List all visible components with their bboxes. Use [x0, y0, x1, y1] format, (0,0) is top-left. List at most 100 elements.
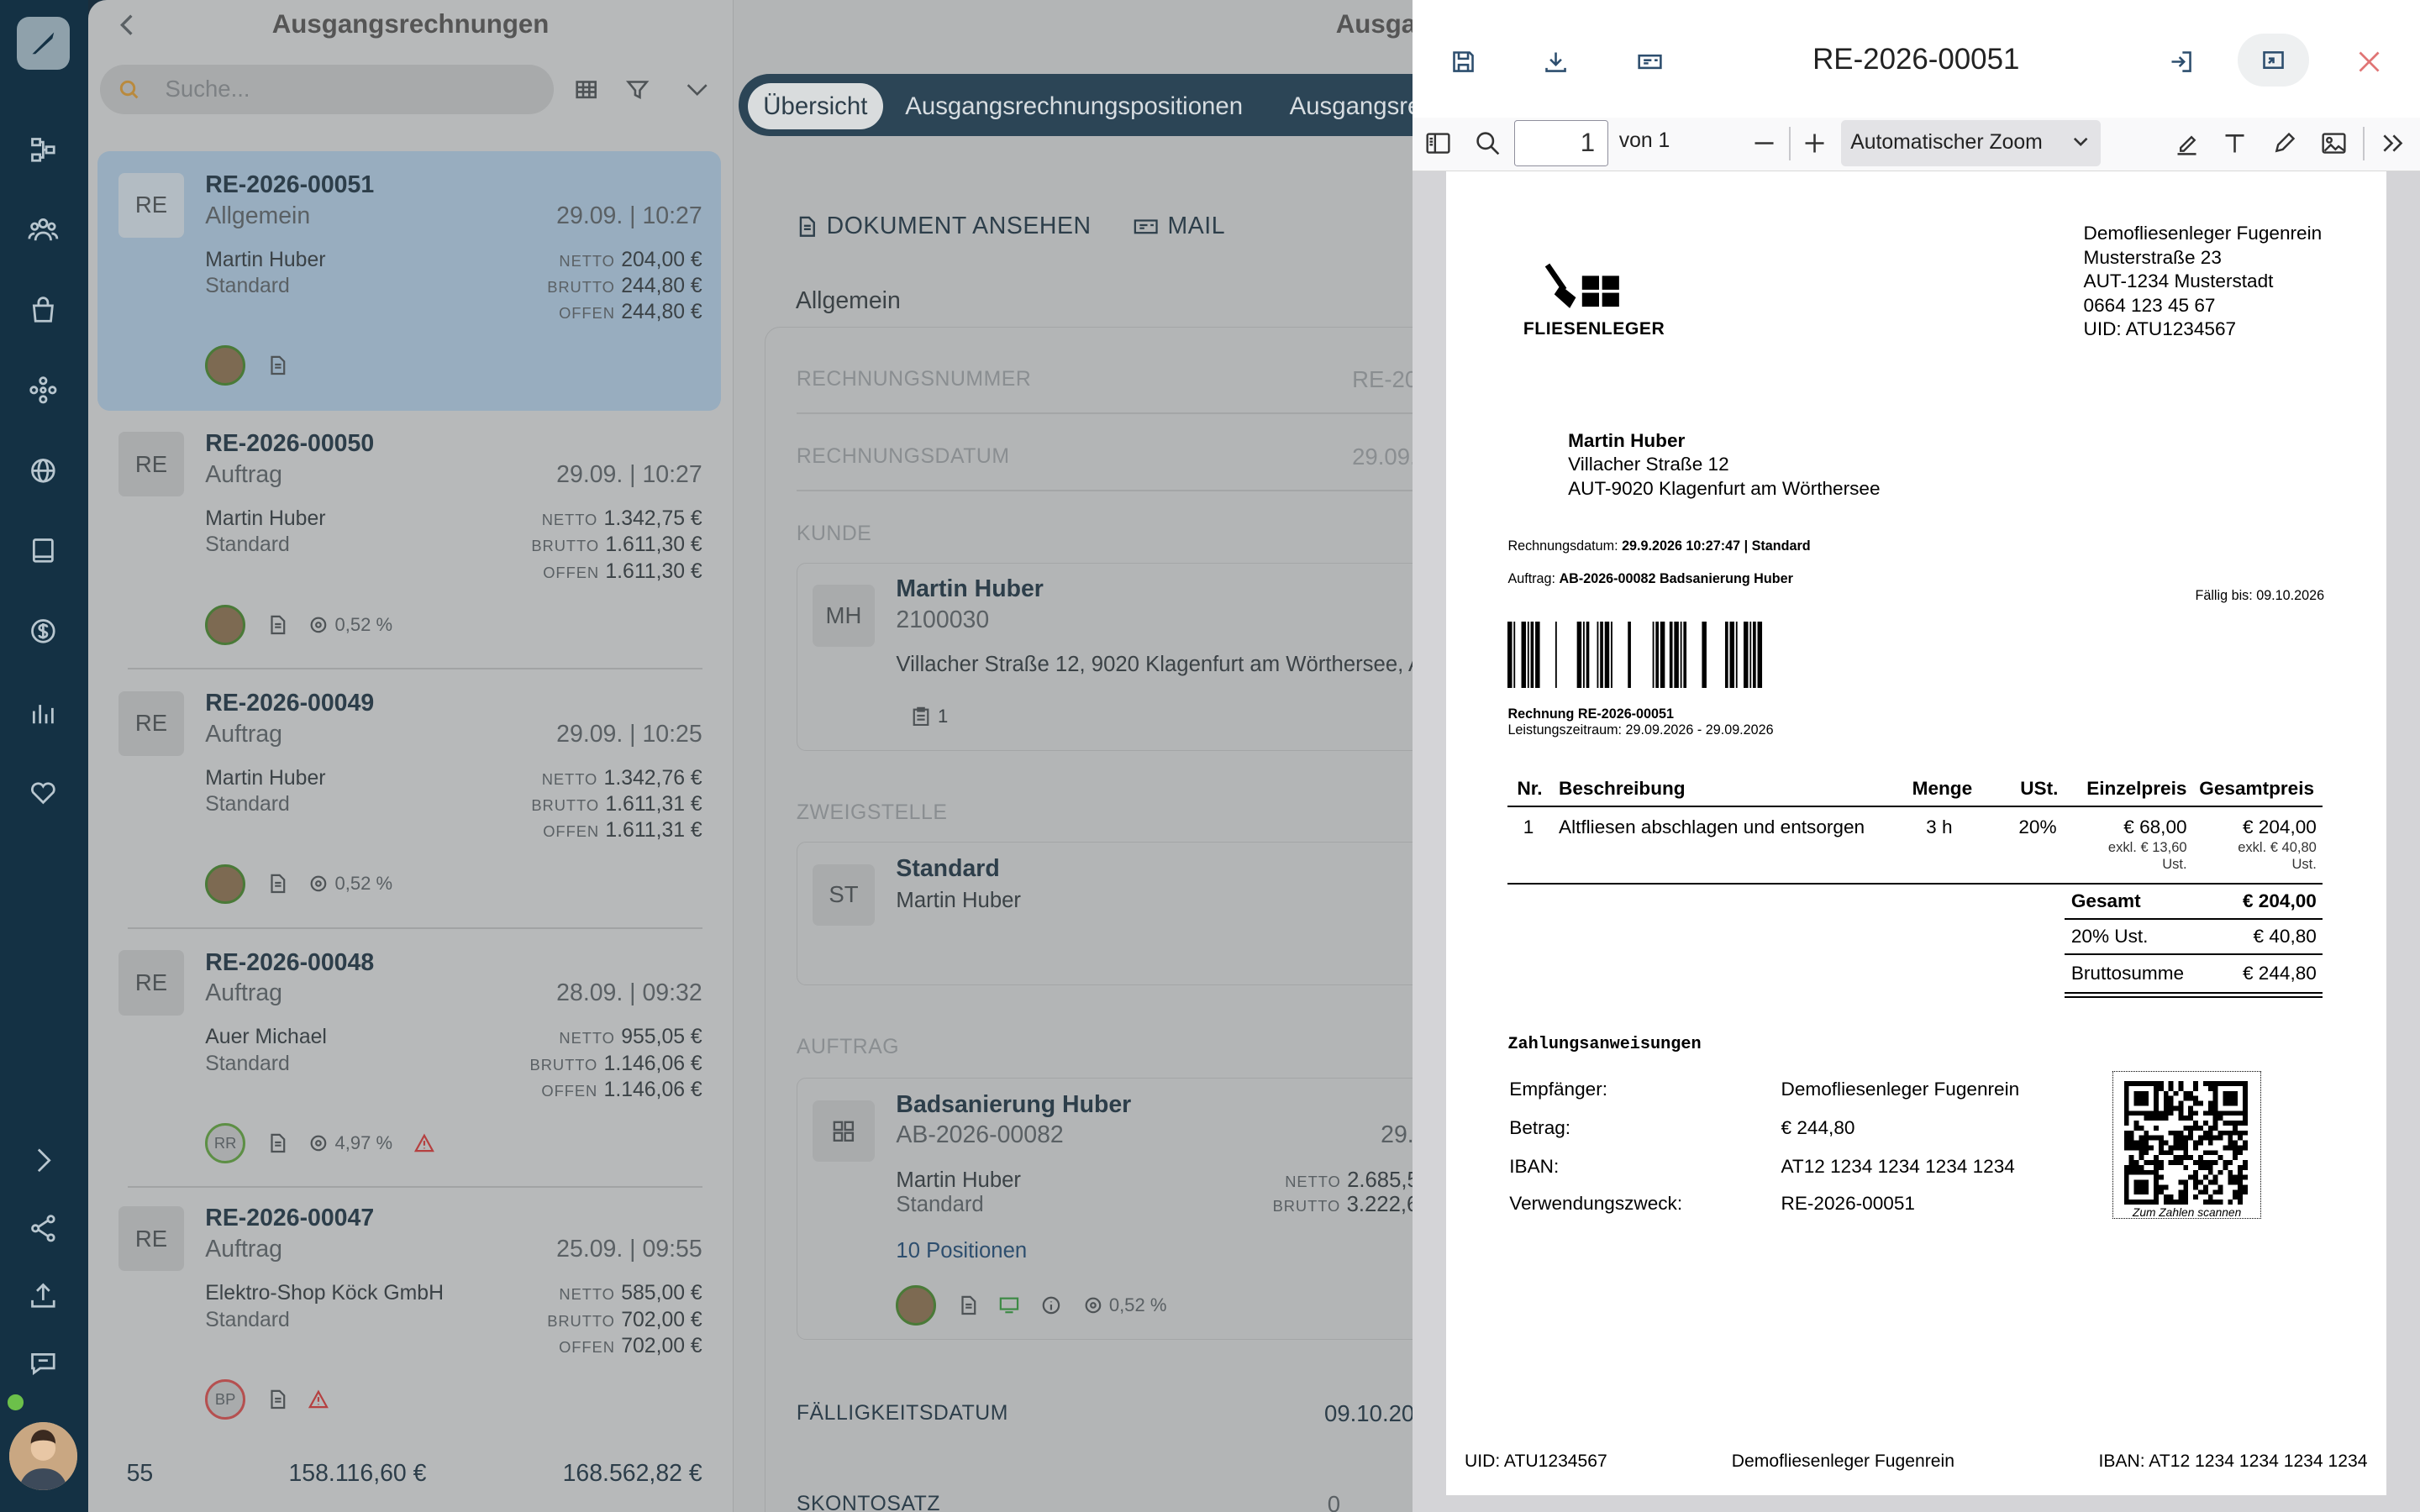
zoom-in-icon[interactable]	[1801, 129, 1828, 157]
invoice-branch: Standard	[205, 533, 290, 557]
pdf-viewer-modal: RE-2026-00051 1 von 1 Automatischer Zoom	[1412, 0, 2420, 1512]
invoice-customer: Martin Huber	[205, 507, 326, 531]
highlight-icon[interactable]	[2173, 129, 2201, 157]
order-discount-value: 0,52 %	[1108, 1294, 1167, 1315]
branch-badge: ST	[813, 864, 875, 927]
brutto-value: 702,00 €	[621, 1308, 702, 1331]
zoom-out-icon[interactable]	[1750, 129, 1778, 157]
logo-text: FLIESENLEGER	[1523, 319, 1665, 339]
dropdown-chevron-icon[interactable]	[685, 77, 709, 102]
text-icon[interactable]	[2221, 129, 2249, 157]
customer-card[interactable]: MH Martin Huber 2100030 Villacher Straße…	[796, 562, 1451, 751]
invoice-netto: NETTO 955,05 €	[393, 1026, 702, 1049]
brutto-value: 1.611,31 €	[605, 793, 702, 816]
chat-icon[interactable]	[24, 1346, 61, 1383]
search-input[interactable]: Suche...	[100, 65, 555, 114]
date-value: 29.9.2026 10:27:47 | Standard	[1622, 538, 1811, 554]
clipboard-icon	[913, 706, 929, 726]
network-icon[interactable]	[24, 372, 61, 409]
main-nav	[0, 0, 88, 1512]
tab-overview[interactable]: Übersicht	[747, 83, 883, 130]
zoom-select[interactable]: Automatischer Zoom	[1841, 120, 2101, 167]
recipient-address: Martin Huber Villacher Straße 12 AUT-902…	[1568, 429, 1880, 501]
maximize-button[interactable]	[2238, 34, 2309, 87]
pdf-canvas[interactable]: FLIESENLEGER Demofliesenleger Fugenrein …	[1412, 171, 2420, 1512]
invoice-badge: RE	[118, 172, 184, 238]
offen-label: OFFEN	[541, 1081, 598, 1100]
brush-logo-icon[interactable]	[17, 17, 70, 70]
upload-icon[interactable]	[24, 1278, 61, 1315]
heart-icon[interactable]	[24, 774, 61, 811]
barcode	[1507, 622, 1763, 689]
discount-gear-icon	[310, 1135, 327, 1152]
discount-rate-value[interactable]: 0	[1328, 1491, 1340, 1512]
mail-button[interactable]: MAIL	[1134, 213, 1225, 240]
invoice-card[interactable]: RE RE-2026-00049 Auftrag 29.09. | 10:25 …	[97, 669, 721, 929]
close-icon[interactable]	[2355, 48, 2383, 76]
invoice-number-text: Rechnung RE-2026-00051	[1507, 706, 1674, 722]
pay-label: Empfänger:	[1509, 1078, 1607, 1100]
invoice-card[interactable]: RE RE-2026-00047 Auftrag 25.09. | 09:55 …	[97, 1185, 721, 1445]
branch-card[interactable]: ST Standard Martin Huber	[796, 841, 1445, 985]
book-icon[interactable]	[24, 533, 61, 570]
customer-avatar-initials: RR	[205, 1123, 246, 1163]
discount-rate-label: SKONTOSATZ	[796, 1493, 941, 1512]
draw-icon[interactable]	[2270, 129, 2298, 157]
invoice-branch: Standard	[205, 274, 290, 297]
invoice-card-selected[interactable]: RE RE-2026-00051 Allgemein 29.09. | 10:2…	[97, 150, 721, 411]
invoice-card-footer: BP	[205, 1379, 329, 1420]
shopping-bag-icon[interactable]	[24, 291, 61, 328]
brutto-value: 1.146,06 €	[603, 1052, 702, 1075]
search-icon[interactable]	[1474, 129, 1502, 157]
service-period: Leistungszeitraum: 29.09.2026 - 29.09.20…	[1507, 722, 1774, 738]
invoice-date: 29.09. | 10:27	[556, 461, 702, 489]
detail-tabs: Übersicht Ausgangsrechnungspositionen Au…	[738, 74, 1529, 136]
document-icon	[267, 1389, 287, 1410]
vat-label: 20% Ust.	[2070, 925, 2149, 947]
more-tools-icon[interactable]	[2378, 129, 2406, 157]
customer-avatar	[205, 864, 246, 905]
table-rule	[2065, 991, 2323, 994]
order-grid-icon	[813, 1100, 875, 1163]
col-quantity: Menge	[1912, 777, 1973, 799]
invoice-netto: NETTO 585,00 €	[393, 1282, 702, 1305]
qr-code-graphic	[2124, 1080, 2249, 1205]
tab-positions[interactable]: Ausgangsrechnungspositionen	[905, 83, 1243, 129]
filter-icon[interactable]	[625, 77, 650, 102]
col-vat: USt.	[2020, 777, 2059, 799]
discount-gear-icon	[1085, 1297, 1101, 1314]
search-icon	[120, 80, 139, 99]
netto-value: 204,00 €	[621, 248, 702, 271]
order-card[interactable]: Badsanierung Huber AB-2026-00082 29.09.2…	[796, 1078, 1501, 1341]
team-icon[interactable]	[24, 212, 61, 249]
dollar-icon[interactable]	[24, 612, 61, 649]
payment-instructions-title: Zahlungsanweisungen	[1507, 1035, 1702, 1055]
expand-chevron-icon[interactable]	[24, 1142, 61, 1179]
invoice-detail-panel: Ausgangsrechnungen Übersicht Ausgangsrec…	[733, 0, 1612, 1512]
customer-badge: MH	[813, 585, 875, 647]
brutto-value: 1.611,30 €	[605, 533, 702, 557]
globe-icon[interactable]	[24, 452, 61, 489]
pdf-page: FLIESENLEGER Demofliesenleger Fugenrein …	[1445, 171, 2386, 1495]
row-unit-vat-note: exkl. € 13,60 Ust.	[2108, 839, 2187, 873]
sign-in-icon[interactable]	[2167, 48, 2195, 76]
recipient-name: Martin Huber	[1568, 429, 1686, 451]
sidebar-toggle-icon[interactable]	[1424, 129, 1452, 157]
invoice-count: 55	[126, 1459, 154, 1487]
order-positions-link[interactable]: 10 Positionen	[896, 1239, 1027, 1263]
table-rule	[2065, 917, 2323, 920]
view-document-button[interactable]: DOKUMENT ANSEHEN	[796, 213, 1092, 240]
invoice-card[interactable]: RE RE-2026-00050 Auftrag 29.09. | 10:27 …	[97, 411, 721, 670]
grid-view-icon[interactable]	[574, 77, 598, 102]
user-avatar[interactable]	[9, 1422, 77, 1491]
page-number-input[interactable]: 1	[1513, 120, 1608, 167]
share-icon[interactable]	[24, 1210, 61, 1247]
bar-chart-icon[interactable]	[24, 695, 61, 732]
netto-value: 1.342,76 €	[603, 766, 702, 790]
workflow-icon[interactable]	[24, 131, 61, 168]
invoice-card[interactable]: RE RE-2026-00048 Auftrag 28.09. | 09:32 …	[97, 929, 721, 1189]
document-icon	[267, 355, 287, 375]
image-icon[interactable]	[2320, 129, 2348, 157]
offen-label: OFFEN	[543, 822, 600, 841]
col-unit-price: Einzelpreis	[2086, 777, 2187, 799]
